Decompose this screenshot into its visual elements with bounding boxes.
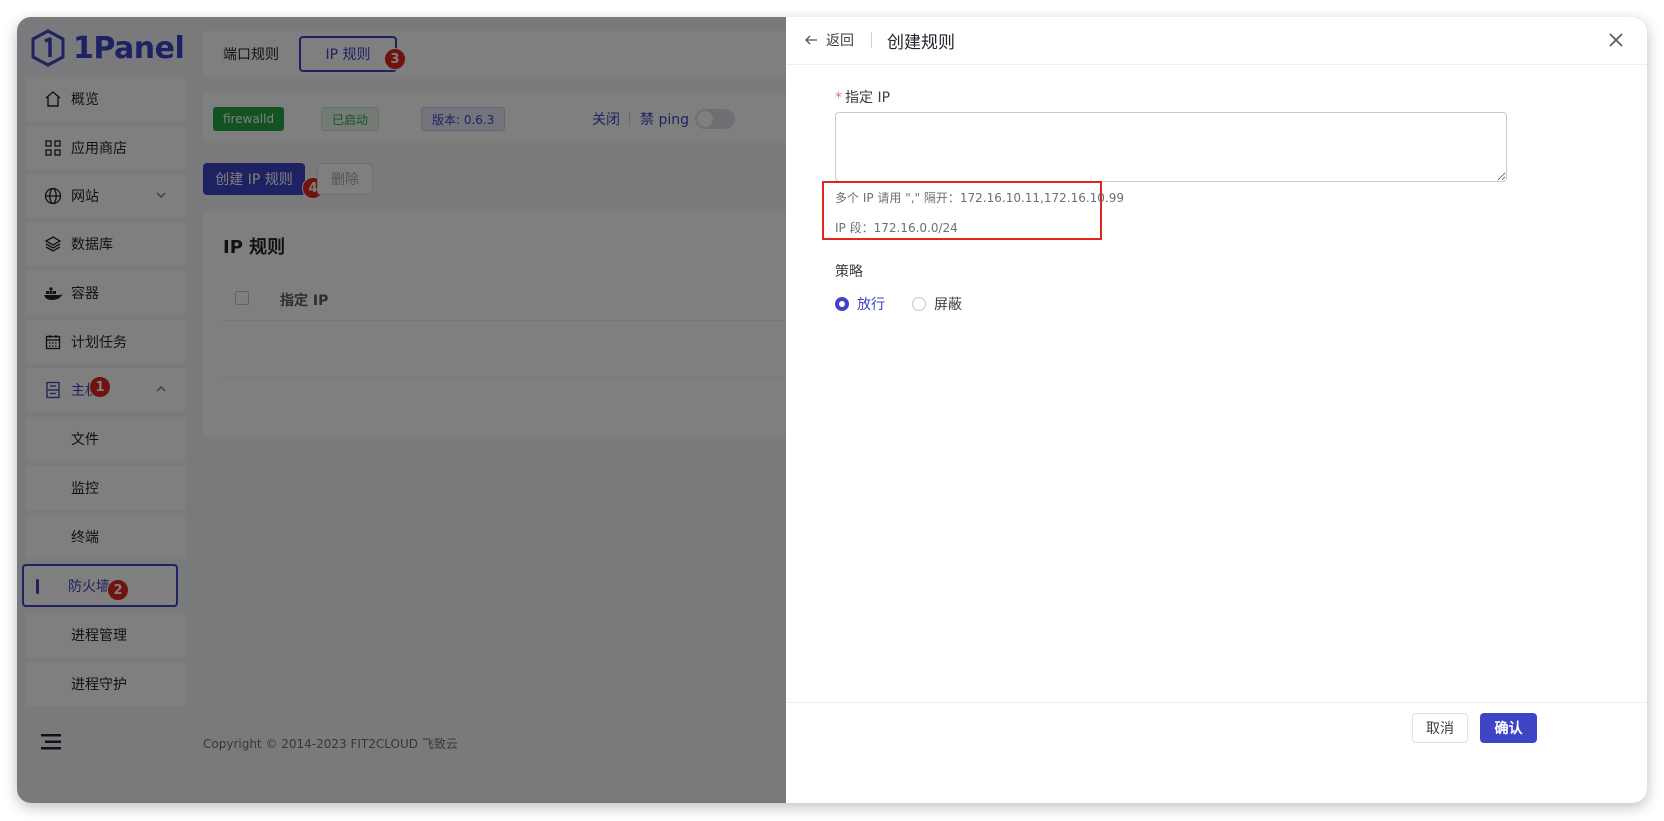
radio-dot bbox=[912, 297, 926, 311]
ip-input[interactable] bbox=[835, 112, 1507, 182]
drawer-footer-divider bbox=[786, 702, 1647, 703]
confirm-button[interactable]: 确认 bbox=[1480, 713, 1537, 743]
close-icon[interactable] bbox=[1607, 31, 1625, 49]
radio-label: 屏蔽 bbox=[934, 297, 962, 313]
back-button[interactable]: 返回 bbox=[804, 30, 854, 50]
arrow-left-icon bbox=[805, 35, 817, 45]
policy-label: 策略 bbox=[835, 264, 863, 280]
radio-label: 放行 bbox=[857, 297, 885, 313]
policy-accept-radio[interactable]: 放行 bbox=[835, 294, 885, 314]
hint-ip-range: IP 段：172.16.0.0/24 bbox=[835, 221, 958, 235]
divider bbox=[871, 32, 872, 48]
back-label: 返回 bbox=[826, 33, 854, 49]
required-asterisk: * bbox=[835, 90, 842, 106]
drawer-title: 创建规则 bbox=[887, 33, 955, 53]
drawer-header: 返回 创建规则 bbox=[786, 17, 1647, 65]
ip-field-label: * 指定 IP bbox=[835, 90, 891, 106]
hint-multiple-ip: 多个 IP 请用 "," 隔开：172.16.10.11,172.16.10.9… bbox=[835, 191, 1125, 205]
create-rule-drawer: 返回 创建规则 * 指定 IP 多个 IP 请用 "," 隔开：172.16.10… bbox=[786, 17, 1647, 803]
policy-drop-radio[interactable]: 屏蔽 bbox=[912, 294, 962, 314]
cancel-button[interactable]: 取消 bbox=[1412, 713, 1468, 743]
radio-dot bbox=[835, 297, 849, 311]
